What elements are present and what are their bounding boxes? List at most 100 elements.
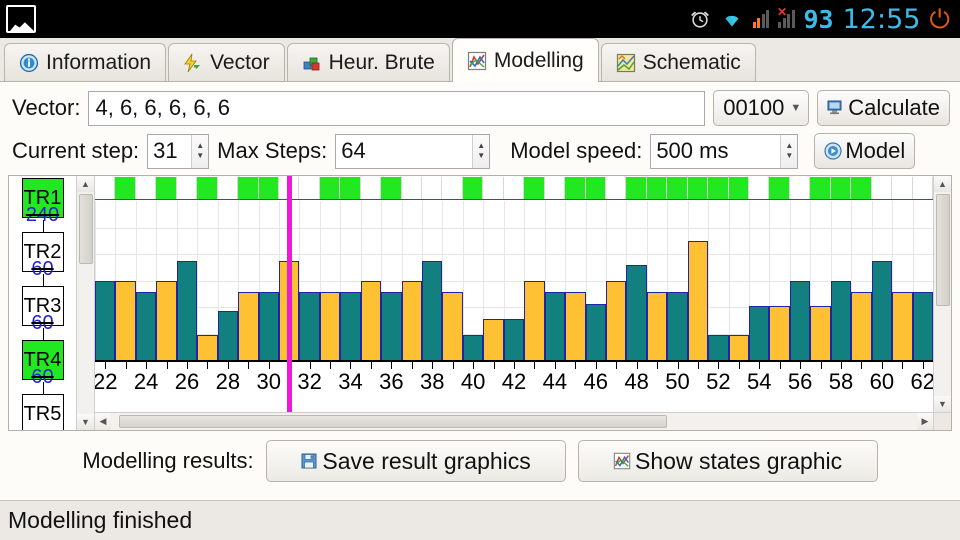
axis-tick bbox=[452, 360, 454, 369]
chart-scroll-down-icon[interactable]: ▼ bbox=[933, 396, 951, 412]
schematic-scroll-thumb[interactable] bbox=[78, 194, 93, 264]
tab-modelling-label: Modelling bbox=[493, 48, 584, 72]
status-line-text: Modelling finished bbox=[8, 507, 193, 533]
chart-hscroll-track[interactable] bbox=[111, 413, 917, 431]
scroll-corner bbox=[933, 412, 951, 430]
state-cell bbox=[402, 177, 423, 199]
max-steps-arrows[interactable]: ▲ ▼ bbox=[472, 134, 490, 168]
tab-modelling[interactable]: Modelling bbox=[451, 38, 599, 82]
state-cell bbox=[218, 177, 239, 199]
chart-vscroll-thumb[interactable] bbox=[935, 194, 950, 306]
axis-tick bbox=[636, 360, 638, 369]
axis-tick bbox=[902, 360, 904, 369]
chart-icon bbox=[467, 51, 486, 70]
schematic-block-tr4-value: 60 bbox=[31, 366, 54, 388]
tab-heur-brute[interactable]: Heur. Brute bbox=[286, 43, 450, 81]
wifi-icon bbox=[725, 15, 738, 27]
chart-bar bbox=[749, 305, 770, 360]
map-icon bbox=[616, 53, 635, 72]
grid-line-h bbox=[95, 227, 933, 229]
state-cell bbox=[790, 177, 811, 199]
chart-horizontal-scrollbar[interactable]: ◀ ▶ bbox=[95, 412, 933, 430]
axis-tick bbox=[248, 360, 250, 369]
chart-bar bbox=[462, 334, 484, 360]
vector-input[interactable]: 4, 6, 6, 6, 6, 6 bbox=[88, 90, 706, 126]
tab-vector[interactable]: Vector bbox=[168, 43, 285, 81]
chart-vertical-scrollbar[interactable]: ▲ ▼ bbox=[933, 176, 951, 412]
chart-scroll-right-icon[interactable]: ▶ bbox=[917, 412, 933, 430]
state-cell bbox=[524, 177, 545, 199]
current-step-value: 31 bbox=[153, 138, 178, 163]
axis-tick-label: 38 bbox=[419, 369, 445, 394]
model-button[interactable]: Model bbox=[814, 133, 916, 169]
chart-hscroll-thumb[interactable] bbox=[119, 414, 668, 428]
axis-tick bbox=[186, 360, 188, 369]
chart-bar bbox=[646, 291, 668, 360]
state-cell bbox=[504, 177, 525, 199]
status-bar-clock: 12:55 bbox=[842, 3, 921, 35]
axis-tick-label: 50 bbox=[665, 369, 690, 394]
schematic-scroll-track[interactable] bbox=[77, 192, 95, 414]
current-step-stepper[interactable]: 31 ▲ ▼ bbox=[147, 133, 210, 169]
axis-tick bbox=[370, 360, 372, 369]
chart-bar bbox=[544, 291, 566, 360]
tab-schematic[interactable]: Schematic bbox=[600, 43, 756, 81]
axis-tick bbox=[330, 360, 332, 369]
chart-bar bbox=[667, 291, 688, 360]
chart-vscroll-track[interactable] bbox=[934, 192, 952, 396]
current-step-arrows[interactable]: ▲ ▼ bbox=[191, 134, 209, 168]
android-status-bar: ✕ 93 12:55 ⏻ bbox=[0, 0, 960, 38]
axis-tick-label: 30 bbox=[256, 369, 281, 394]
chart-bar bbox=[156, 280, 177, 360]
play-icon bbox=[824, 142, 842, 160]
mask-dropdown-value: 00100 bbox=[723, 95, 785, 120]
chart-bar bbox=[381, 291, 402, 360]
mask-dropdown[interactable]: 00100 ▼ bbox=[713, 90, 810, 126]
state-cell bbox=[156, 177, 177, 199]
scroll-up-icon[interactable]: ▲ bbox=[76, 176, 94, 192]
chart-bar bbox=[605, 280, 627, 360]
chart-bar bbox=[585, 304, 606, 360]
axis-tick bbox=[309, 360, 311, 369]
schematic-block-tr5[interactable]: TR5 bbox=[21, 394, 64, 430]
power-icon[interactable]: ⏻ bbox=[929, 6, 950, 32]
state-cell bbox=[769, 177, 790, 199]
schematic-vertical-scrollbar[interactable]: ▲ ▼ bbox=[76, 176, 94, 430]
grid-line-h bbox=[95, 254, 933, 255]
chart-x-axis: 22 24 26 28 30 32 34 36 38 40 42 44 46 48 50 52 54 56 58 60… bbox=[95, 360, 935, 394]
state-cell bbox=[483, 177, 504, 199]
cubes-icon bbox=[303, 57, 320, 70]
state-cell bbox=[851, 177, 872, 199]
show-states-graphic-button[interactable]: Show states graphic bbox=[577, 440, 878, 482]
modelling-split: TR1 240 TR2 60 TR3 60 TR4 60 TR5 ▲ ▼ 22 … bbox=[8, 175, 952, 431]
chart-scroll-left-icon[interactable]: ◀ bbox=[95, 412, 111, 430]
axis-tick-label: 24 bbox=[133, 369, 159, 394]
scroll-down-icon[interactable]: ▼ bbox=[76, 414, 94, 430]
axis-tick bbox=[473, 360, 475, 369]
save-result-graphics-button[interactable]: Save result graphics bbox=[265, 440, 566, 482]
chart-bar bbox=[401, 280, 423, 360]
status-bar-left bbox=[0, 5, 36, 33]
floppy-disk-icon bbox=[301, 453, 317, 469]
state-cell bbox=[667, 177, 688, 199]
calculate-button[interactable]: Calculate bbox=[817, 90, 950, 126]
max-steps-value: 64 bbox=[341, 138, 366, 163]
state-cell bbox=[197, 177, 218, 199]
schematic-block-tr2-value: 60 bbox=[31, 258, 54, 280]
status-line: Modelling finished bbox=[0, 500, 960, 540]
model-speed-stepper[interactable]: 500 ms ▲ ▼ bbox=[650, 133, 799, 169]
modelling-chart[interactable]: 22 24 26 28 30 32 34 36 38 40 42 44 46 48 50 52 54 56 58 60… bbox=[95, 176, 951, 430]
axis-tick bbox=[411, 360, 413, 369]
chart-scroll-up-icon[interactable]: ▲ bbox=[933, 176, 951, 192]
axis-tick-label: 36 bbox=[379, 369, 404, 394]
model-speed-arrows[interactable]: ▲ ▼ bbox=[780, 134, 798, 168]
max-steps-stepper[interactable]: 64 ▲ ▼ bbox=[335, 133, 491, 169]
axis-tick-label: 34 bbox=[338, 369, 363, 394]
state-cell bbox=[545, 177, 566, 199]
battery-level-text: 93 bbox=[803, 4, 834, 34]
results-label: Modelling results: bbox=[82, 448, 254, 473]
computer-icon bbox=[827, 100, 842, 115]
axis-tick bbox=[922, 360, 924, 369]
axis-tick bbox=[350, 360, 352, 369]
tab-information[interactable]: Information bbox=[4, 43, 167, 81]
